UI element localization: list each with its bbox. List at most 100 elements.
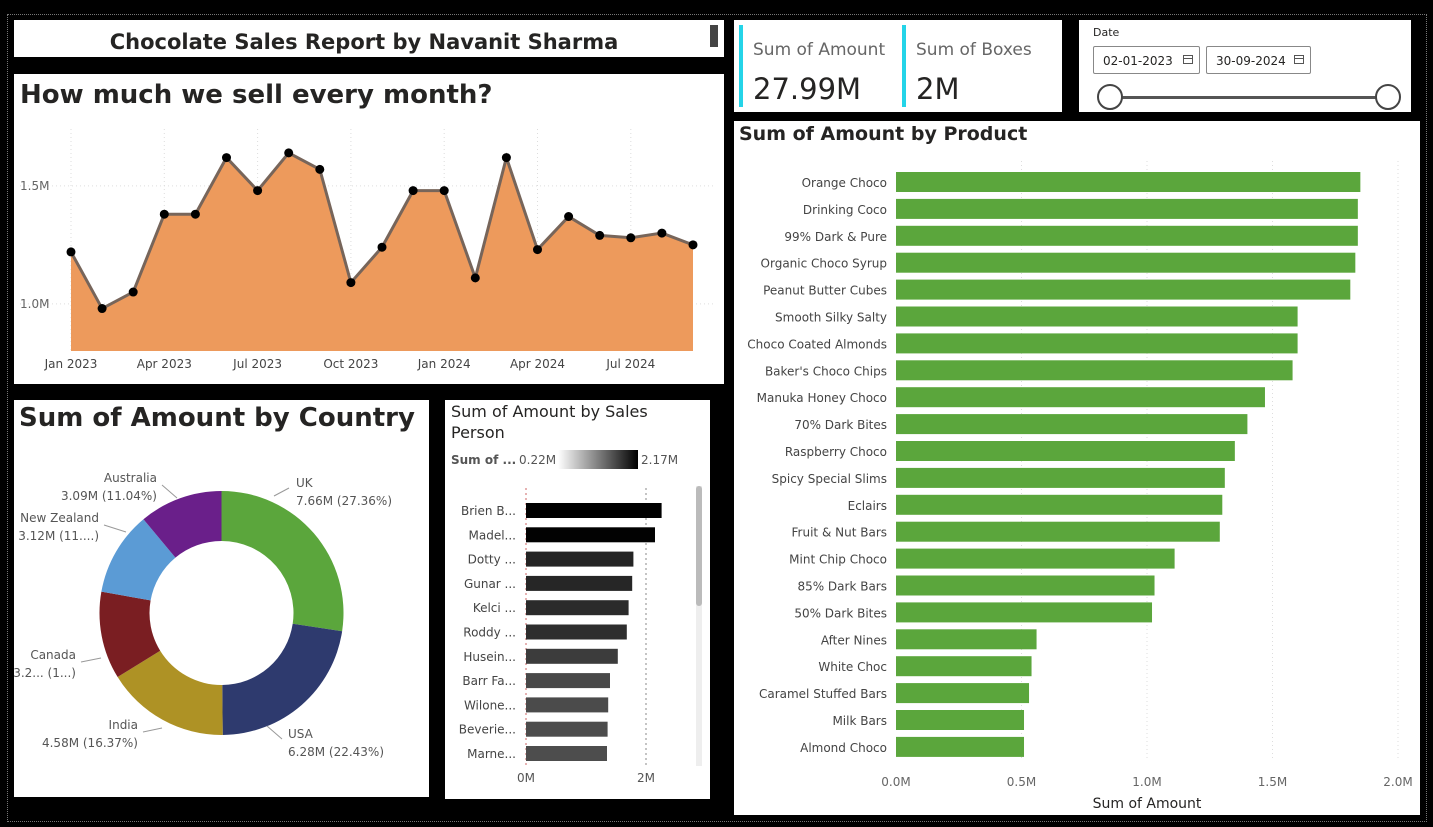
leader-line	[103, 524, 127, 533]
bar	[896, 225, 1358, 246]
data-point	[595, 230, 605, 240]
category-label: Beverie...	[459, 723, 516, 737]
bar	[896, 629, 1037, 650]
scroll-handle[interactable]	[710, 25, 718, 47]
x-tick-label: 2M	[637, 771, 655, 785]
category-label: White Choc	[818, 660, 887, 674]
bar	[526, 551, 634, 567]
start-date-input[interactable]: 02-01-2023	[1093, 46, 1200, 74]
product-bar-chart: 0.0M 0.5M 1.0M 1.5M 2.0M Sum of Amount Orange …	[747, 161, 1413, 812]
bar	[526, 503, 662, 518]
kpi-accent-bar	[739, 25, 743, 107]
bar	[896, 575, 1155, 596]
bar	[526, 624, 627, 640]
data-point	[657, 228, 667, 238]
bar	[526, 527, 655, 543]
date-slicer-label: Date	[1093, 26, 1120, 39]
kpi-amount-label: Sum of Amount	[753, 40, 886, 60]
bar	[526, 575, 633, 591]
data-point	[190, 209, 200, 219]
area-fill	[71, 152, 693, 351]
data-point	[222, 153, 231, 163]
category-label: 70% Dark Bites	[794, 418, 887, 432]
bar	[526, 746, 607, 761]
category-label: Milk Bars	[832, 714, 887, 728]
bar	[896, 548, 1175, 569]
salesperson-panel: Sum of Amount by Sales Person Sum of ...…	[445, 400, 710, 799]
start-date-value: 02-01-2023	[1103, 54, 1173, 68]
kpi-boxes-label: Sum of Boxes	[916, 40, 1032, 60]
kpi-amount-value: 27.99M	[753, 72, 862, 106]
slice-label-value: 7.66M (27.36%)	[296, 494, 392, 508]
date-slider-end-handle[interactable]	[1375, 84, 1401, 110]
category-label: Baker's Choco Chips	[765, 364, 887, 378]
data-point	[284, 148, 294, 158]
slice-label-name: Canada	[30, 648, 76, 662]
slice-label-name: India	[109, 718, 138, 732]
date-slider-track[interactable]	[1110, 96, 1388, 99]
calendar-icon[interactable]	[1183, 55, 1193, 64]
x-tick-label: Jul 2024	[605, 357, 655, 371]
data-point	[346, 278, 356, 288]
bar	[896, 414, 1248, 435]
category-label: Almond Choco	[800, 741, 887, 755]
slice-label-name: UK	[296, 476, 314, 490]
x-tick-label: 0M	[517, 771, 535, 785]
x-axis-title: Sum of Amount	[1093, 796, 1202, 812]
category-label: Mint Chip Choco	[789, 553, 887, 567]
category-label: Organic Choco Syrup	[761, 257, 887, 271]
slice-label-value: 6.28M (22.43%)	[288, 745, 384, 759]
bar	[896, 387, 1265, 408]
category-label: Caramel Stuffed Bars	[759, 687, 887, 701]
category-label: Marne...	[467, 747, 516, 761]
bar	[896, 521, 1220, 542]
product-panel: Sum of Amount by Product 0.0M 0.5M 1.0M 1.5…	[734, 121, 1420, 815]
y-tick-label: 1.5M	[20, 179, 49, 193]
slice-label-value: 4.58M (16.37%)	[42, 736, 138, 750]
country-donut-chart: UK 7.66M (27.36%) USA 6.28M (22.43%) India 4.…	[14, 471, 392, 759]
bar	[896, 333, 1298, 354]
data-point	[533, 245, 542, 255]
data-point	[626, 233, 636, 243]
category-label: 85% Dark Bars	[797, 580, 887, 594]
country-panel: Sum of Amount by Country UK 7.66M (27.36%…	[14, 400, 429, 797]
category-label: After Nines	[821, 633, 887, 647]
x-tick-label: Jan 2023	[44, 357, 98, 371]
category-label: Roddy ...	[463, 626, 516, 640]
slice-label-value: 3.12M (11....)	[18, 529, 99, 543]
bar	[896, 494, 1223, 515]
data-point	[688, 240, 698, 250]
bar	[526, 721, 608, 737]
x-tick-label: Apr 2024	[510, 357, 565, 371]
x-tick-label: 2.0M	[1383, 775, 1412, 789]
kpi-card-panel: Sum of Amount 27.99M Sum of Boxes 2M	[734, 20, 1062, 112]
leader-line	[80, 657, 102, 663]
x-tick-label: Jul 2023	[232, 357, 282, 371]
kpi-accent-bar	[902, 25, 906, 107]
bar	[896, 279, 1351, 300]
leader-line	[142, 727, 163, 733]
date-slider-start-handle[interactable]	[1097, 84, 1123, 110]
category-label: 50% Dark Bites	[794, 606, 887, 620]
scrollbar-thumb[interactable]	[696, 486, 702, 606]
x-tick-label: Apr 2023	[137, 357, 192, 371]
x-tick-label: Oct 2023	[323, 357, 378, 371]
category-label: Madel...	[469, 528, 516, 542]
category-label: 99% Dark & Pure	[784, 230, 887, 244]
slice-label-value: 3.09M (11.04%)	[61, 489, 157, 503]
category-label: Spicy Special Slims	[772, 472, 887, 486]
monthly-sales-panel: How much we sell every month? 1.5M 1.0M Ja…	[14, 74, 724, 384]
data-point	[564, 212, 574, 222]
data-point	[128, 287, 138, 297]
bar	[526, 600, 629, 616]
kpi-boxes-value: 2M	[916, 72, 960, 106]
category-label: Drinking Coco	[803, 203, 887, 217]
slice-label-name: Australia	[104, 471, 157, 485]
slice-label-name: New Zealand	[20, 511, 99, 525]
end-date-input[interactable]: 30-09-2024	[1206, 46, 1311, 74]
x-tick-label: 0.5M	[1007, 775, 1036, 789]
x-tick-label: 0.0M	[881, 775, 910, 789]
calendar-icon[interactable]	[1294, 55, 1304, 64]
category-label: Peanut Butter Cubes	[763, 284, 887, 298]
category-label: Eclairs	[848, 499, 887, 513]
